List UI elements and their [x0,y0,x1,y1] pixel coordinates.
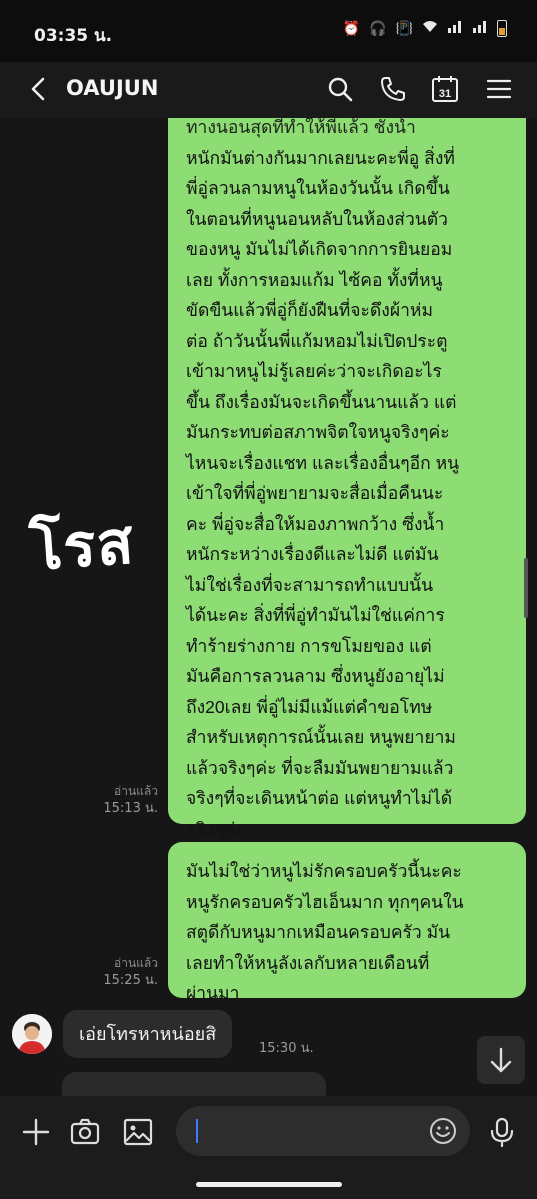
message-bubble-incoming[interactable]: เอ่ยโทรหาหน่อยสิ [63,1010,233,1058]
message-time: 15:30 น. [259,1041,314,1056]
message-line: ขึ้น ถึงเรื่องมันจะเกิดขึ้นนานแล้ว แต่ [186,391,457,412]
signal-icon [447,20,463,37]
message-line: หนักระหว่างเรื่องดีและไม่ดี แต่มัน [186,544,439,564]
message-line: มันไม่ใช่ว่าหนูไม่รักครอบครัวนี้นะคะ [186,861,462,881]
scrollbar[interactable] [524,558,528,618]
menu-button[interactable] [484,74,514,104]
message-line: เข้ามาหนูไม่รู้เลยค่ะว่าจะเกิดอะไร [186,361,442,381]
read-receipt: อ่านแล้ว [114,956,158,970]
wifi-icon [422,20,438,37]
message-line: เลยทำให้หนูลังเลกับหลายเดือนที่ [186,952,430,973]
message-line: สำหรับเหตุการณ์นั้นเลย หนูพยายาม [186,727,456,747]
avatar-image [12,1014,52,1054]
message-line: ขัดขืนแล้วพี่อู่ก็ยังฝืนที่จะดึงผ้าห่ม [186,300,433,320]
search-icon [328,77,353,102]
emoji-icon[interactable] [428,1116,458,1146]
chevron-left-icon [31,77,45,101]
chat-area[interactable]: ทางนอนสุดที่ทำให้พี่แล้ว ชั่งน้ำ หนักมัน… [0,118,537,1096]
message-line: หนักมันต่างกันมากเลยนะคะพี่อู สิ่งที่ [186,147,455,168]
status-icons: ⏰ 🎧 📳 [343,20,507,37]
plus-icon [22,1118,50,1146]
alarm-icon: ⏰ [342,20,361,37]
text-caret [196,1119,198,1143]
message-line: จริงๆที่จะเดินหน้าต่อ แต่หนูทำไม่ได้ [186,788,453,808]
message-line: จริงๆค่ะ [186,818,245,839]
search-button[interactable] [325,74,355,104]
message-bubble-outgoing[interactable]: ทางนอนสุดที่ทำให้พี่แล้ว ชั่งน้ำ หนักมัน… [168,118,526,839]
message-line: ถึง20เลย พี่อู่ไม่มีแม้แต่คำขอโทษ [186,696,433,717]
status-time: 03:35 น. [34,26,113,46]
read-receipt: อ่านแล้ว [114,784,158,798]
message-line: ทางนอนสุดที่ทำให้พี่แล้ว ชั่งน้ำ [186,118,416,137]
voice-button[interactable] [486,1116,518,1148]
image-icon [123,1118,153,1146]
message-line: แล้วจริงๆค่ะ ที่จะลืมมันพยายามแล้ว [186,757,454,778]
microphone-icon [490,1117,514,1148]
camera-icon [70,1118,100,1145]
signal-2-icon [472,20,488,37]
calendar-button[interactable]: 31 [430,74,460,104]
message-meta: อ่านแล้ว 15:25 น. [96,954,158,990]
back-button[interactable] [24,74,54,104]
message-line: ไหนจะเรื่องแชท และเรื่องอื่นๆอีก หนู [186,452,460,473]
message-bubble-outgoing[interactable]: มันไม่ใช่ว่าหนูไม่รักครอบครัวนี้นะคะ หนู… [168,842,526,1003]
message-line: สตูดีกับหนูมากเหมือนครอบครัว มัน [186,922,451,942]
arrow-down-icon [490,1047,512,1073]
message-line: หนูรักครอบครัวไฮเอ็นมาก ทุกๆคนใน [186,891,464,912]
message-input-bar [0,1096,537,1199]
message-line: ในตอนที่หนูนอนหลับในห้องส่วนตัว [186,208,448,229]
message-line: เข้าใจที่พี่อู่พยายามจะสื่อเมื่อคืนนะ [186,483,444,503]
message-line: ไม่ใช่เรื่องที่จะสามารถทำแบบนั้น [186,574,434,595]
message-meta: อ่านแล้ว 15:13 น. [96,782,158,818]
message-line: มันกระทบต่อสภาพจิตใจหนูจริงๆค่ะ [186,422,450,442]
message-line: มันคือการลวนลาม ซึ่งหนูยังอายุไม่ [186,666,445,686]
message-time: 15:25 น. [103,973,158,988]
gallery-button[interactable] [122,1116,154,1148]
message-line: ต่อ ถ้าวันนั้นพี่แก้มหอมไม่เปิดประตู [186,330,448,351]
message-input[interactable] [176,1106,470,1156]
camera-button[interactable] [69,1116,101,1148]
message-bubble-incoming-partial[interactable] [62,1072,326,1096]
phone-icon [381,77,405,101]
message-line: ทำร้ายร่างกาย การขโมยของ แต่ [186,635,432,656]
vibrate-icon: 📳 [395,20,413,37]
chat-title: OAUJUN [66,76,159,100]
calendar-day: 31 [439,88,451,100]
status-bar: 03:35 น. ⏰ 🎧 📳 [0,0,537,62]
message-line: พี่อู่ลวนลามหนูในห้องวันนั้น เกิดขึ้น [186,178,450,198]
scroll-to-bottom-button[interactable] [477,1036,525,1084]
battery-icon [497,20,507,37]
message-line: เลย ทั้งการหอมแก้ม ไซ้คอ ทั้งที่หนู [186,269,443,290]
message-line: ผ่านมา [186,983,240,1003]
home-indicator[interactable] [196,1182,342,1187]
contact-avatar[interactable] [12,1014,52,1054]
message-time: 15:13 น. [103,801,158,816]
call-button[interactable] [378,74,408,104]
add-button[interactable] [20,1116,52,1148]
watermark-text: โรส [27,507,137,585]
message-line: ของหนู มันไม่ได้เกิดจากการยินยอม [186,239,453,259]
message-line: ได้นะคะ สิ่งที่พี่อู่ทำมันไม่ใช่แค่การ [186,605,445,625]
hamburger-menu-icon [486,79,512,99]
calendar-icon: 31 [432,76,458,102]
chat-header: OAUJUN 31 [0,62,537,118]
message-line: คะ พี่อู่จะสื่อให้มองภาพกว้าง ซึ่งน้ำ [186,513,445,534]
headphones-icon: 🎧 [369,20,387,37]
